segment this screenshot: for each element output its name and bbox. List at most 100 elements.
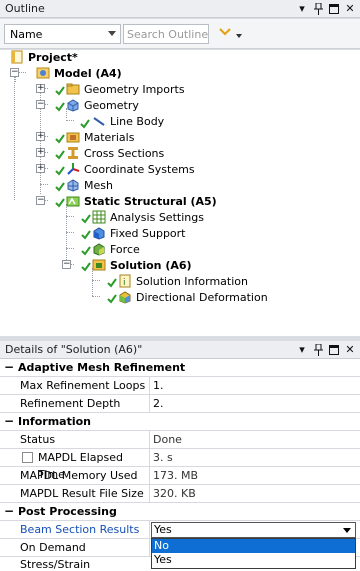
expand-icon[interactable]: +: [36, 132, 45, 141]
select-value: Yes: [154, 523, 172, 536]
tree-item-static-structural[interactable]: Static Structural (A5): [52, 193, 217, 209]
close-icon[interactable]: ✕: [344, 1, 356, 16]
tree-item-label: Mesh: [84, 178, 113, 192]
coordinate-systems-icon: [66, 162, 80, 176]
tree-item-label: Geometry: [84, 98, 139, 112]
tree-item-coordinate-systems[interactable]: Coordinate Systems: [52, 161, 195, 177]
beam-section-results-select[interactable]: Yes: [151, 522, 356, 538]
outline-title: Outline: [5, 2, 45, 15]
search-input[interactable]: [123, 24, 209, 44]
prop-value: 320. KB: [153, 487, 196, 500]
collapse-icon[interactable]: −: [36, 100, 45, 109]
tree-item-solution[interactable]: Solution (A6): [78, 257, 192, 273]
prop-row-status[interactable]: Status Done: [0, 431, 360, 449]
check-icon: [107, 294, 117, 304]
fixed-support-icon: [92, 226, 106, 240]
check-icon: [55, 150, 65, 160]
group-information[interactable]: − Information: [0, 413, 360, 431]
prop-key: MAPDL Memory Used: [18, 467, 150, 484]
solution-information-icon: i: [118, 274, 132, 288]
prop-row-beam-section-results[interactable]: Beam Section Results Yes: [0, 521, 360, 539]
prop-key: On Demand Stress/Strain: [18, 539, 150, 571]
chevron-down-icon[interactable]: [340, 523, 354, 537]
prop-key: MAPDL Elapsed Time: [18, 449, 150, 481]
check-icon: [55, 134, 65, 144]
collapse-icon[interactable]: −: [10, 68, 19, 77]
details-titlebar: Details of "Solution (A6)" ▾ ✕: [0, 341, 360, 359]
expand-icon[interactable]: +: [36, 84, 45, 93]
dropdown-icon[interactable]: ▾: [296, 342, 308, 357]
tree-item-force[interactable]: Force: [78, 241, 140, 257]
maximize-icon[interactable]: [328, 342, 340, 357]
group-title: Information: [18, 415, 91, 428]
tree-item-analysis-settings[interactable]: Analysis Settings: [78, 209, 204, 225]
pin-icon[interactable]: [312, 342, 324, 357]
tree-item-label: Solution Information: [136, 274, 248, 288]
prop-value[interactable]: 1.: [153, 377, 164, 394]
prop-row-mapdl-result-file-size[interactable]: MAPDL Result File Size 320. KB: [0, 485, 360, 503]
model-icon: [36, 66, 50, 80]
prop-row-refinement-depth[interactable]: Refinement Depth 2.: [0, 395, 360, 413]
prop-row-mapdl-memory-used[interactable]: MAPDL Memory Used 173. MB: [0, 467, 360, 485]
collapse-icon[interactable]: −: [4, 361, 14, 373]
tree-item-label: Materials: [84, 130, 135, 144]
check-icon: [55, 198, 65, 208]
beam-section-results-dropdown[interactable]: No Yes: [151, 538, 356, 569]
collapse-icon[interactable]: −: [36, 196, 45, 205]
prop-key: Refinement Depth: [18, 395, 150, 412]
prop-row-max-refinement-loops[interactable]: Max Refinement Loops 1.: [0, 377, 360, 395]
dropdown-option-no[interactable]: No: [152, 539, 355, 553]
name-combo[interactable]: Name: [4, 24, 121, 44]
expand-icon[interactable]: +: [36, 164, 45, 173]
tree-item-label: Geometry Imports: [84, 82, 185, 96]
pin-icon[interactable]: [312, 1, 324, 16]
mesh-icon: [66, 178, 80, 192]
tree-item-label: Line Body: [110, 114, 165, 128]
collapse-icon[interactable]: −: [4, 505, 14, 517]
maximize-icon[interactable]: [328, 1, 340, 16]
dropdown-option-yes[interactable]: Yes: [152, 553, 355, 567]
chevron-down-icon[interactable]: [218, 25, 232, 39]
close-icon[interactable]: ✕: [344, 342, 356, 357]
name-combo-value: Name: [10, 27, 43, 41]
tree-item-cross-sections[interactable]: Cross Sections: [52, 145, 164, 161]
check-icon: [80, 119, 90, 129]
prop-value: 3. s: [153, 451, 173, 464]
prop-row-mapdl-elapsed-time[interactable]: MAPDL Elapsed Time 3. s: [0, 449, 360, 481]
check-icon: [55, 102, 65, 112]
group-post-processing[interactable]: − Post Processing: [0, 503, 360, 521]
tree-item-label: Cross Sections: [84, 146, 165, 160]
expand-icon[interactable]: +: [36, 148, 45, 157]
tree-item-model[interactable]: Model (A4): [36, 65, 122, 81]
prop-value[interactable]: 2.: [153, 395, 164, 412]
prop-key: MAPDL Result File Size: [18, 485, 150, 502]
tree-item-directional-deformation[interactable]: Directional Deformation: [104, 289, 268, 305]
tree-item-solution-information[interactable]: i Solution Information: [104, 273, 248, 289]
dropdown-icon[interactable]: ▾: [296, 1, 308, 16]
collapse-icon[interactable]: −: [62, 260, 71, 269]
line-body-icon: [92, 114, 106, 128]
analysis-settings-icon: [92, 210, 106, 224]
tree-item-label: Analysis Settings: [110, 210, 204, 224]
force-icon: [92, 242, 106, 256]
tree-item-project[interactable]: Project*: [10, 49, 78, 65]
check-icon: [55, 166, 65, 176]
solution-icon: [92, 258, 106, 272]
tree-item-mesh[interactable]: Mesh: [52, 177, 113, 193]
prop-value: Done: [153, 433, 182, 446]
search-options-icon[interactable]: [236, 34, 242, 38]
details-title: Details of "Solution (A6)": [5, 343, 143, 356]
tree-item-geometry[interactable]: Geometry: [52, 97, 139, 113]
tree-item-fixed-support[interactable]: Fixed Support: [78, 225, 186, 241]
svg-text:i: i: [123, 278, 126, 288]
collapse-icon[interactable]: −: [4, 415, 14, 427]
tree-item-materials[interactable]: Materials: [52, 129, 134, 145]
check-icon: [81, 214, 91, 224]
tree-item-line-body[interactable]: Line Body: [80, 113, 164, 129]
outline-toolbar: Name: [0, 19, 360, 49]
geometry-imports-icon: [66, 82, 80, 96]
group-adaptive-mesh-refinement[interactable]: − Adaptive Mesh Refinement: [0, 359, 360, 377]
tree-item-geometry-imports[interactable]: Geometry Imports: [52, 81, 185, 97]
geometry-icon: [66, 98, 80, 112]
check-icon: [81, 262, 91, 272]
